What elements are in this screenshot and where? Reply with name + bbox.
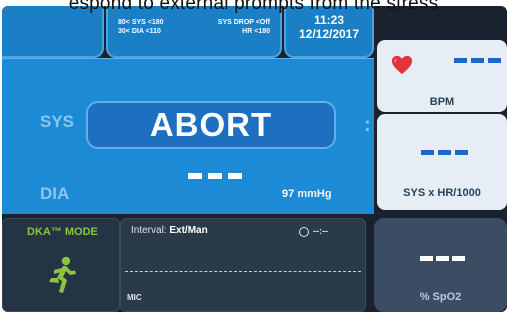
dash [208,173,222,179]
monitor-screen: 80< SYS <180 SYS DROP <Off 30< DIA <110 … [2,6,507,312]
sys-limit: 80< SYS <180 [118,19,164,26]
sys-label: SYS [40,112,75,131]
dka-mode-title: DKA™ MODE [27,226,98,238]
sys-colon: : [364,114,371,136]
sys-hr-label: SYS x HR/1000 [403,187,481,199]
waveform-baseline [125,271,361,272]
clock-icon [299,227,309,237]
spo2-value-placeholder [420,256,465,261]
pressure-panel: SYS : ABORT DIA 97 mmHg [2,58,374,214]
dash [455,150,468,155]
date-display: 12/12/2017 [298,27,360,41]
interval-value: Ext/Man [169,225,208,236]
heart-icon [391,55,413,75]
interval-key: Interval: [131,225,167,236]
dash [421,150,434,155]
dash [471,58,484,63]
sys-hr-value-placeholder [421,150,468,155]
abort-button[interactable]: ABORT [86,101,336,149]
dash [436,256,449,261]
dash [438,150,451,155]
interval-setting: Interval: Ext/Man [131,225,208,236]
interval-panel[interactable]: Interval: Ext/Man --:-- MIC [120,218,366,312]
spo2-label: % SpO2 [419,291,462,303]
bpm-value-placeholder [454,58,501,63]
bpm-label: BPM [429,96,455,108]
time-display: 11:23 [313,13,345,27]
sys-drop-limit: SYS DROP <Off [217,19,270,26]
limits-row-2: 30< DIA <110 HR <180 [118,28,270,35]
dia-label: DIA [40,184,70,203]
hr-limit: HR <180 [242,28,270,35]
limits-row-1: 80< SYS <180 SYS DROP <Off [118,19,270,26]
dash [188,173,202,179]
caption-text: espond to external prompts from the stre… [68,0,439,14]
dash [452,256,465,261]
mic-label: MIC [127,293,142,302]
sys-hr-panel[interactable]: SYS x HR/1000 [377,114,507,210]
dash [228,173,242,179]
spo2-panel[interactable]: % SpO2 [374,218,507,312]
pressure-value: 97 [282,188,295,200]
timer-display: --:-- [313,226,328,236]
runner-icon [49,256,76,293]
bpm-panel[interactable]: BPM [377,40,507,112]
dash [454,58,467,63]
dash [488,58,501,63]
pressure-readout: 97 mmHg [282,188,332,200]
pressure-unit: mmHg [297,188,332,200]
dia-value-placeholder [188,173,242,179]
dash [420,256,433,261]
dia-limit: 30< DIA <110 [118,28,161,35]
dka-mode-panel[interactable]: DKA™ MODE [2,218,120,312]
